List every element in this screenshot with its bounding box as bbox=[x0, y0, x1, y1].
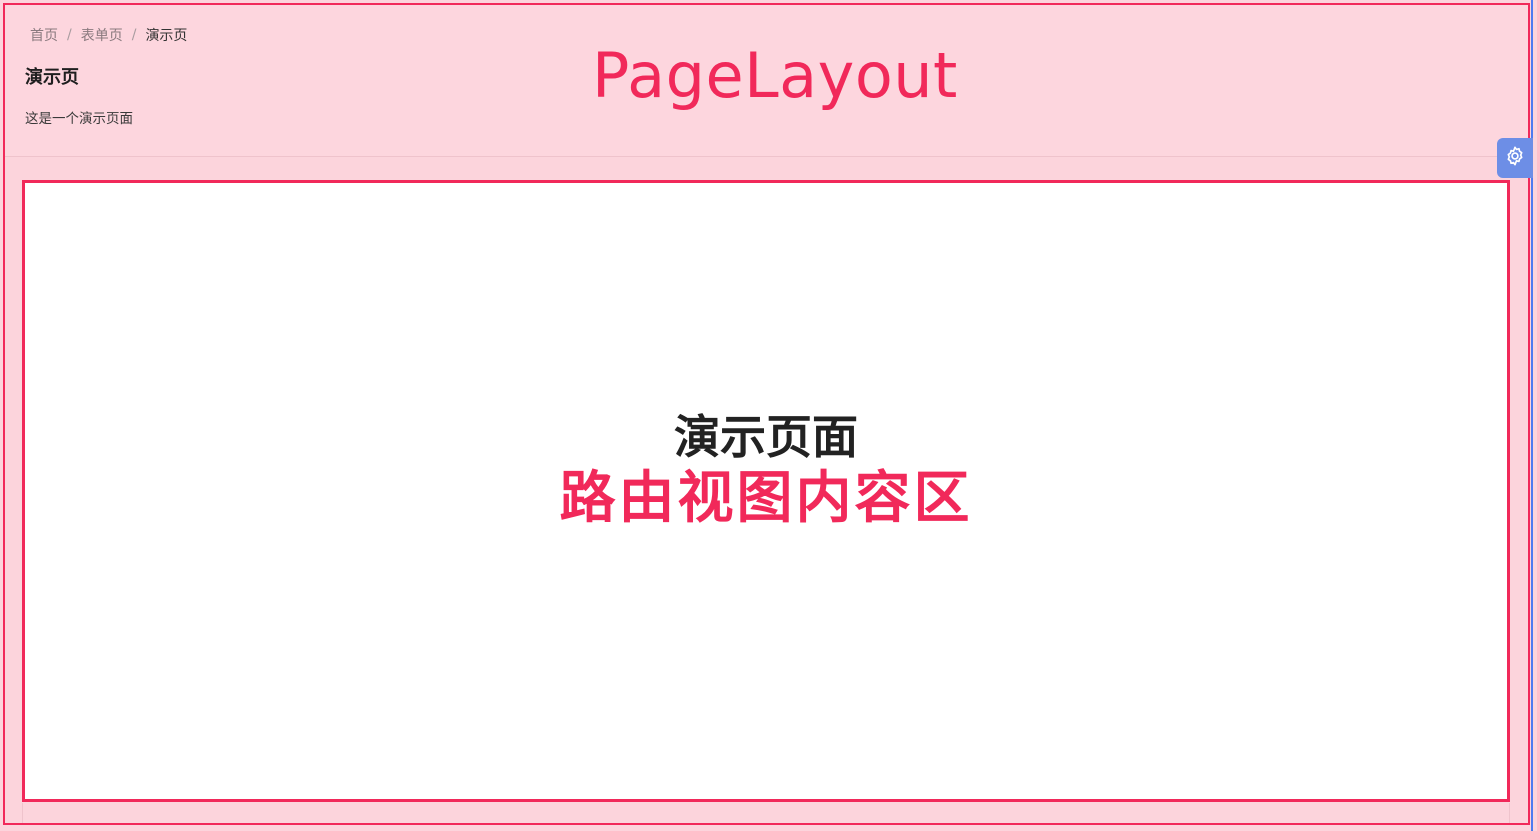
page-description: 这是一个演示页面 bbox=[25, 111, 133, 127]
window-edge-line bbox=[1531, 0, 1533, 831]
content-annotation-label: 路由视图内容区 bbox=[559, 466, 973, 531]
breadcrumb-item-current: 演示页 bbox=[145, 28, 188, 44]
page-layout: 首页 / 表单页 / 演示页 演示页 这是一个演示页面 PageLayout 演… bbox=[0, 0, 1537, 831]
router-view-content: 演示页面 路由视图内容区 bbox=[22, 180, 1510, 802]
settings-button[interactable] bbox=[1497, 138, 1533, 178]
breadcrumb-item-form[interactable]: 表单页 bbox=[81, 25, 123, 45]
page-title: 演示页 bbox=[25, 67, 79, 88]
breadcrumb-separator: / bbox=[131, 27, 137, 43]
header-divider bbox=[5, 156, 1529, 157]
layout-annotation-label: PageLayout bbox=[592, 39, 958, 112]
content-center: 演示页面 路由视图内容区 bbox=[25, 183, 1507, 799]
content-title: 演示页面 bbox=[674, 410, 858, 464]
breadcrumb: 首页 / 表单页 / 演示页 bbox=[30, 25, 187, 45]
breadcrumb-separator: / bbox=[67, 27, 72, 43]
content-bottom-padding bbox=[22, 803, 1510, 825]
gear-icon bbox=[1504, 145, 1526, 171]
breadcrumb-item-home[interactable]: 首页 bbox=[30, 25, 58, 45]
